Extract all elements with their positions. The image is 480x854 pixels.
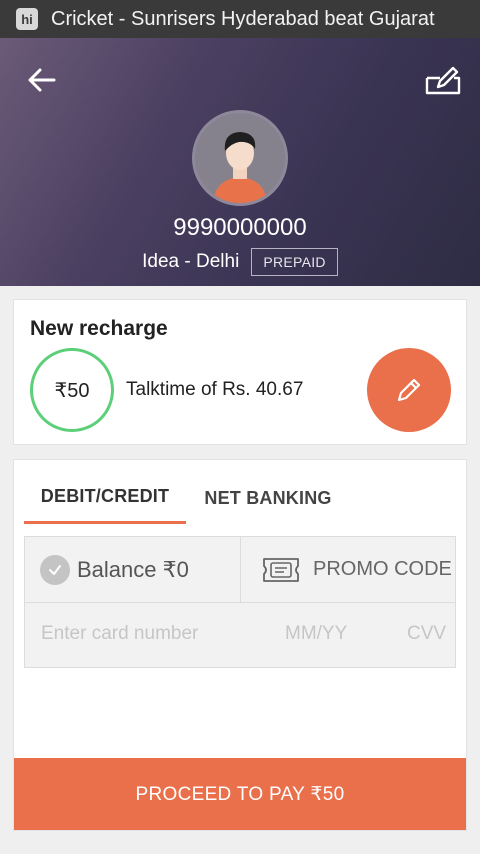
hi-app-icon: hi (16, 8, 38, 30)
expiry-input[interactable] (285, 623, 365, 645)
payment-card: DEBIT/CREDIT NET BANKING Balance ₹0 PROM… (13, 459, 467, 831)
wallet-balance-option[interactable]: Balance ₹0 (25, 537, 241, 603)
card-details-row (25, 603, 455, 667)
recharge-card: New recharge ₹50 Talktime of Rs. 40.67 (13, 299, 467, 445)
recharge-amount: ₹50 (30, 348, 114, 432)
promo-code-button[interactable]: PROMO CODE (241, 537, 455, 603)
notification-text: Cricket - Sunrisers Hyderabad beat Gujar… (51, 7, 435, 30)
operator-row: Idea - Delhi PREPAID (0, 248, 480, 276)
phone-number: 9990000000 (173, 214, 307, 241)
operator-name: Idea - Delhi (142, 251, 240, 272)
payment-tabs: DEBIT/CREDIT NET BANKING (24, 472, 350, 524)
tab-debit-credit[interactable]: DEBIT/CREDIT (24, 472, 186, 524)
tab-net-banking[interactable]: NET BANKING (186, 472, 350, 524)
edit-note-icon[interactable] (424, 64, 462, 96)
plan-type-badge: PREPAID (251, 248, 338, 276)
notification-bar[interactable]: hi Cricket - Sunrisers Hyderabad beat Gu… (0, 0, 480, 38)
talktime-text: Talktime of Rs. 40.67 (126, 379, 304, 400)
edit-amount-button[interactable] (367, 348, 451, 432)
recharge-title: New recharge (30, 317, 168, 340)
cvv-input[interactable] (407, 623, 451, 645)
proceed-to-pay-button[interactable]: PROCEED TO PAY ₹50 (14, 758, 466, 830)
pencil-icon (397, 378, 421, 402)
ticket-icon (263, 557, 299, 582)
balance-label: Balance ₹0 (77, 556, 189, 582)
profile-header: 9990000000 Idea - Delhi PREPAID (0, 38, 480, 286)
check-icon (40, 554, 70, 585)
user-avatar-icon (192, 110, 288, 206)
promo-code-label: PROMO CODE (313, 558, 452, 580)
back-arrow-icon[interactable] (26, 66, 58, 94)
payment-options-box: Balance ₹0 PROMO CODE (24, 536, 456, 668)
card-number-input[interactable] (41, 623, 271, 645)
